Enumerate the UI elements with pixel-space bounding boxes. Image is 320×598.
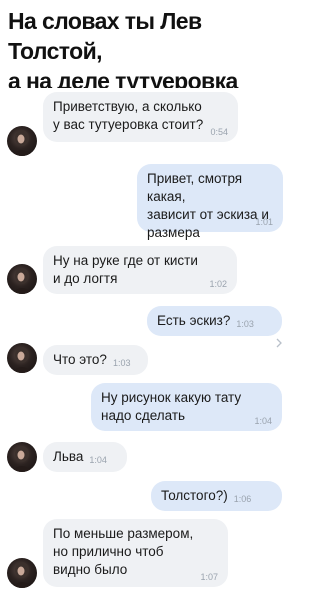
chevron-right-icon[interactable]	[274, 338, 284, 348]
message-text: Толстого?)	[161, 488, 228, 503]
contact-avatar[interactable]	[7, 558, 37, 588]
avatar-image	[11, 130, 33, 156]
avatar-image	[11, 347, 33, 373]
contact-avatar[interactable]	[7, 343, 37, 373]
message-bubble-outgoing[interactable]: Ну рисунок какую тату надо сделать 1:04	[91, 383, 282, 431]
message-time: 1:01	[255, 217, 273, 227]
meme-caption: На словах ты Лев Толстой, а на деле туту…	[8, 6, 284, 96]
message-text: Приветствую, а сколько у вас тутуеровка …	[53, 99, 204, 132]
message-text: Ну рисунок какую тату надо сделать	[101, 390, 242, 423]
message-bubble-incoming[interactable]: Что это? 1:03	[43, 345, 148, 375]
message-bubble-outgoing[interactable]: Есть эскиз? 1:03	[147, 306, 282, 336]
message-time: 1:07	[200, 572, 218, 582]
message-text: Льва	[53, 449, 84, 464]
message-time: 1:04	[89, 455, 107, 465]
message-text: Привет, смотря какая, зависит от эскиза …	[147, 171, 269, 240]
message-text: По меньше размером, но прилично чтоб вид…	[53, 526, 194, 577]
message-text: Что это?	[53, 352, 107, 367]
message-time: 1:06	[233, 494, 252, 504]
message-text: Ну на руке где от кисти и до логтя	[53, 253, 198, 286]
caption-line-1: На словах ты Лев Толстой,	[8, 8, 202, 64]
message-bubble-incoming[interactable]: По меньше размером, но прилично чтоб вид…	[43, 519, 228, 587]
contact-avatar[interactable]	[7, 126, 37, 156]
message-time: 1:04	[254, 416, 272, 426]
message-bubble-incoming[interactable]: Льва 1:04	[43, 442, 127, 472]
message-time: 1:02	[209, 279, 227, 289]
message-text: Есть эскиз?	[157, 313, 231, 328]
avatar-image	[11, 268, 33, 294]
contact-avatar[interactable]	[7, 442, 37, 472]
message-bubble-outgoing[interactable]: Толстого?) 1:06	[151, 481, 282, 511]
message-bubble-outgoing[interactable]: Привет, смотря какая, зависит от эскиза …	[137, 164, 283, 240]
message-bubble-incoming[interactable]: Приветствую, а сколько у вас тутуеровка …	[43, 92, 238, 142]
avatar-image	[11, 562, 33, 588]
chat-thread[interactable]: Приветствую, а сколько у вас тутуеровка …	[0, 88, 288, 598]
message-time: 0:54	[210, 127, 228, 137]
contact-avatar[interactable]	[7, 264, 37, 294]
avatar-image	[11, 446, 33, 472]
message-bubble-incoming[interactable]: Ну на руке где от кисти и до логтя 1:02	[43, 246, 237, 294]
message-time: 1:03	[236, 319, 254, 329]
message-time: 1:03	[112, 358, 131, 368]
